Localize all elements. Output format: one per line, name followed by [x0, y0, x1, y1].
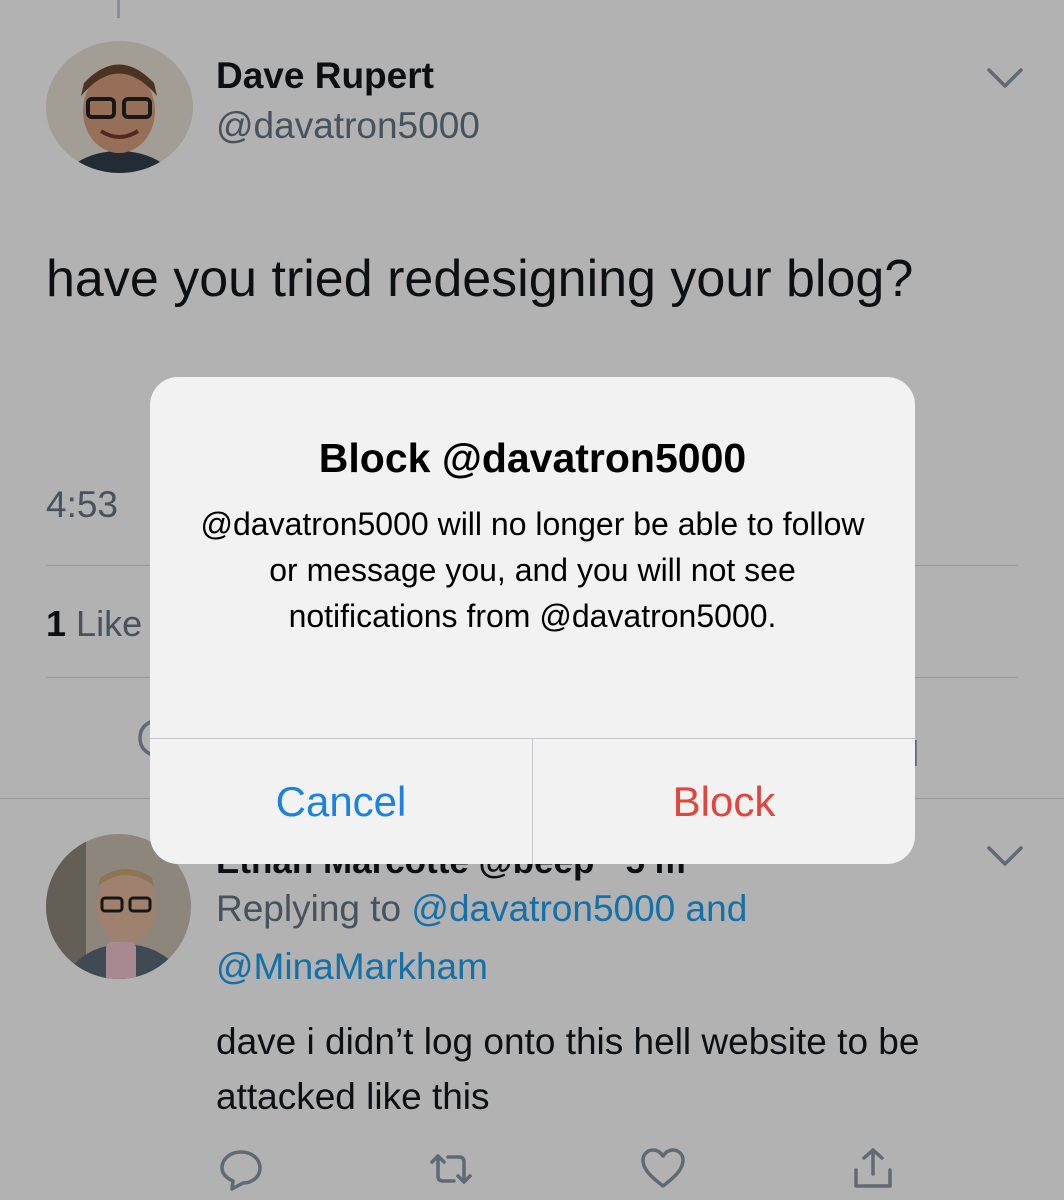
block-alert-dialog: Block @davatron5000 @davatron5000 will n… — [150, 377, 915, 864]
cancel-button[interactable]: Cancel — [150, 739, 532, 864]
alert-message: @davatron5000 will no longer be able to … — [200, 506, 865, 634]
alert-title: Block @davatron5000 — [318, 435, 747, 481]
block-button[interactable]: Block — [533, 739, 915, 864]
